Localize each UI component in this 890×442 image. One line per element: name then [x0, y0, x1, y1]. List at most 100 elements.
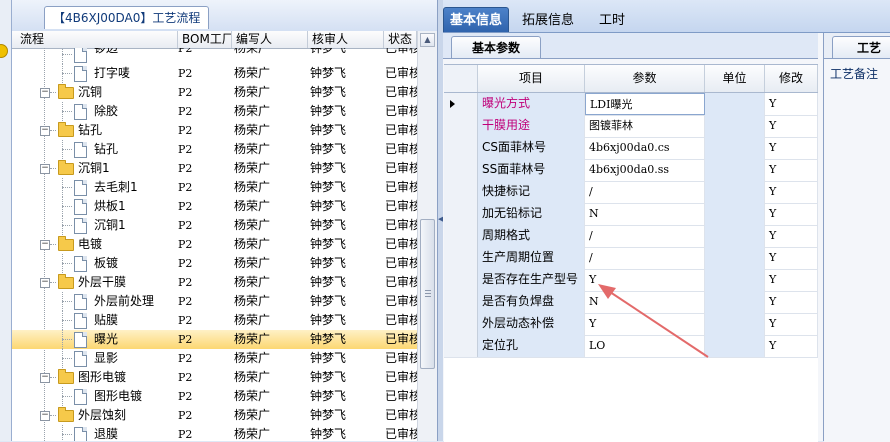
row-indicator[interactable] — [444, 181, 478, 203]
row-indicator[interactable] — [444, 203, 478, 225]
param-row[interactable]: 快捷标记 / Y — [444, 181, 818, 204]
tree-group-row[interactable]: − 外层干膜 P2 杨荣广 钟梦飞 已审核 — [12, 273, 417, 292]
row-indicator[interactable] — [444, 225, 478, 247]
row-indicator[interactable] — [444, 269, 478, 291]
tree-row[interactable]: 打字唛 P2 杨荣广 钟梦飞 已审核 — [12, 64, 417, 83]
tree-row[interactable]: 钻孔 P2 杨荣广 钟梦飞 已审核 — [12, 140, 417, 159]
param-modify-cell[interactable]: Y — [765, 335, 818, 357]
param-row[interactable]: CS面菲林号 4b6xj00da0.cs Y — [444, 137, 818, 160]
tree-row[interactable]: 贴膜 P2 杨荣广 钟梦飞 已审核 — [12, 311, 417, 330]
param-row[interactable]: 干膜用途 图镀菲林 Y — [444, 115, 818, 138]
collapse-toggle-icon[interactable]: − — [40, 278, 50, 288]
collapse-toggle-icon[interactable]: − — [40, 411, 50, 421]
tree-group-row[interactable]: − 沉铜 P2 杨荣广 钟梦飞 已审核 — [12, 83, 417, 102]
tree-row[interactable]: 板镀 P2 杨荣广 钟梦飞 已审核 — [12, 254, 417, 273]
param-modify-cell[interactable]: Y — [765, 159, 818, 181]
main-tab-0[interactable]: 基本信息 — [443, 7, 509, 32]
param-unit-cell[interactable] — [705, 247, 765, 269]
tab-basic-params[interactable]: 基本参数 — [451, 36, 541, 58]
collapse-toggle-icon[interactable]: − — [40, 164, 50, 174]
param-modify-cell[interactable]: Y — [765, 313, 818, 335]
tree-row[interactable]: 外层前处理 P2 杨荣广 钟梦飞 已审核 — [12, 292, 417, 311]
param-value-cell[interactable]: N — [585, 291, 705, 313]
tree-row[interactable]: 沉铜1 P2 杨荣广 钟梦飞 已审核 — [12, 216, 417, 235]
scroll-up-arrow-icon[interactable]: ▲ — [420, 33, 435, 47]
param-modify-cell[interactable]: Y — [765, 291, 818, 313]
param-unit-cell[interactable] — [705, 115, 765, 137]
tree-row[interactable]: 退膜 P2 杨荣广 钟梦飞 已审核 — [12, 425, 417, 441]
col-header-value[interactable]: 参数 — [585, 65, 705, 92]
param-row[interactable]: 周期格式 / Y — [444, 225, 818, 248]
process-flow-tab[interactable]: 【4B6XJ00DA0】工艺流程 — [44, 6, 210, 29]
col-header-item[interactable]: 项目 — [478, 65, 585, 92]
col-header-status[interactable]: 状态 — [384, 31, 417, 48]
param-unit-cell[interactable] — [705, 269, 765, 291]
param-modify-cell[interactable]: Y — [765, 181, 818, 203]
param-unit-cell[interactable] — [705, 159, 765, 181]
tree-row[interactable]: 锣边 P2 杨荣广 钟梦飞 已审核 — [12, 48, 417, 64]
col-header-reviewer[interactable]: 核审人 — [308, 31, 384, 48]
collapse-toggle-icon[interactable]: − — [40, 126, 50, 136]
param-value-cell[interactable]: / — [585, 181, 705, 203]
param-row[interactable]: 定位孔 LO Y — [444, 335, 818, 358]
row-indicator[interactable] — [444, 335, 478, 357]
row-indicator[interactable] — [444, 159, 478, 181]
param-row[interactable]: 外层动态补偿 Y Y — [444, 313, 818, 336]
param-unit-cell[interactable] — [705, 225, 765, 247]
col-header-writer[interactable]: 编写人 — [232, 31, 308, 48]
row-indicator[interactable] — [444, 115, 478, 137]
tree-scrollbar[interactable]: ▲ — [417, 31, 437, 441]
main-tab-2[interactable]: 工时 — [587, 7, 637, 32]
tree-row[interactable]: 曝光 P2 杨荣广 钟梦飞 已审核 — [12, 330, 417, 349]
tree-row[interactable]: 图形电镀 P2 杨荣广 钟梦飞 已审核 — [12, 387, 417, 406]
param-unit-cell[interactable] — [705, 93, 765, 115]
row-indicator[interactable] — [444, 313, 478, 335]
collapse-toggle-icon[interactable]: − — [40, 373, 50, 383]
param-value-cell[interactable]: N — [585, 203, 705, 225]
param-modify-cell[interactable]: Y — [765, 137, 818, 159]
param-row[interactable]: 曝光方式 LDI曝光 Y — [444, 93, 818, 116]
tree-group-row[interactable]: − 沉铜1 P2 杨荣广 钟梦飞 已审核 — [12, 159, 417, 178]
tree-group-row[interactable]: − 外层蚀刻 P2 杨荣广 钟梦飞 已审核 — [12, 406, 417, 425]
tab-process[interactable]: 工艺 — [832, 36, 890, 58]
scroll-thumb[interactable] — [420, 219, 435, 369]
param-value-cell[interactable]: 4b6xj00da0.cs — [585, 137, 705, 159]
param-value-cell[interactable]: LO — [585, 335, 705, 357]
tree-group-row[interactable]: − 图形电镀 P2 杨荣广 钟梦飞 已审核 — [12, 368, 417, 387]
tree-row[interactable]: 显影 P2 杨荣广 钟梦飞 已审核 — [12, 349, 417, 368]
param-value-cell[interactable]: LDI曝光 — [585, 93, 705, 115]
param-modify-cell[interactable]: Y — [765, 247, 818, 269]
param-unit-cell[interactable] — [705, 335, 765, 357]
tree-row[interactable]: 除胶 P2 杨荣广 钟梦飞 已审核 — [12, 102, 417, 121]
row-indicator[interactable] — [444, 291, 478, 313]
param-value-cell[interactable]: Y — [585, 269, 705, 291]
param-value-cell[interactable]: / — [585, 225, 705, 247]
param-row[interactable]: 生产周期位置 / Y — [444, 247, 818, 270]
main-tab-1[interactable]: 拓展信息 — [515, 7, 581, 32]
tree-row[interactable]: 烘板1 P2 杨荣广 钟梦飞 已审核 — [12, 197, 417, 216]
param-modify-cell[interactable]: Y — [765, 115, 818, 137]
param-modify-cell[interactable]: Y — [765, 93, 818, 115]
row-indicator[interactable] — [444, 137, 478, 159]
row-indicator[interactable] — [444, 93, 478, 115]
param-modify-cell[interactable]: Y — [765, 225, 818, 247]
row-indicator[interactable] — [444, 247, 478, 269]
param-value-cell[interactable]: 4b6xj00da0.ss — [585, 159, 705, 181]
col-header-bom[interactable]: BOM工厂 — [178, 31, 232, 48]
param-modify-cell[interactable]: Y — [765, 203, 818, 225]
tree-row[interactable]: 去毛刺1 P2 杨荣广 钟梦飞 已审核 — [12, 178, 417, 197]
param-row[interactable]: 是否存在生产型号 Y Y — [444, 269, 818, 292]
param-unit-cell[interactable] — [705, 181, 765, 203]
param-unit-cell[interactable] — [705, 203, 765, 225]
param-unit-cell[interactable] — [705, 291, 765, 313]
param-unit-cell[interactable] — [705, 313, 765, 335]
col-header-modify[interactable]: 修改 — [765, 65, 818, 92]
param-unit-cell[interactable] — [705, 137, 765, 159]
collapse-toggle-icon[interactable]: − — [40, 240, 50, 250]
param-modify-cell[interactable]: Y — [765, 269, 818, 291]
collapse-toggle-icon[interactable]: − — [40, 88, 50, 98]
col-header-unit[interactable]: 单位 — [705, 65, 765, 92]
tree-group-row[interactable]: − 钻孔 P2 杨荣广 钟梦飞 已审核 — [12, 121, 417, 140]
param-row[interactable]: SS面菲林号 4b6xj00da0.ss Y — [444, 159, 818, 182]
param-value-cell[interactable]: Y — [585, 313, 705, 335]
